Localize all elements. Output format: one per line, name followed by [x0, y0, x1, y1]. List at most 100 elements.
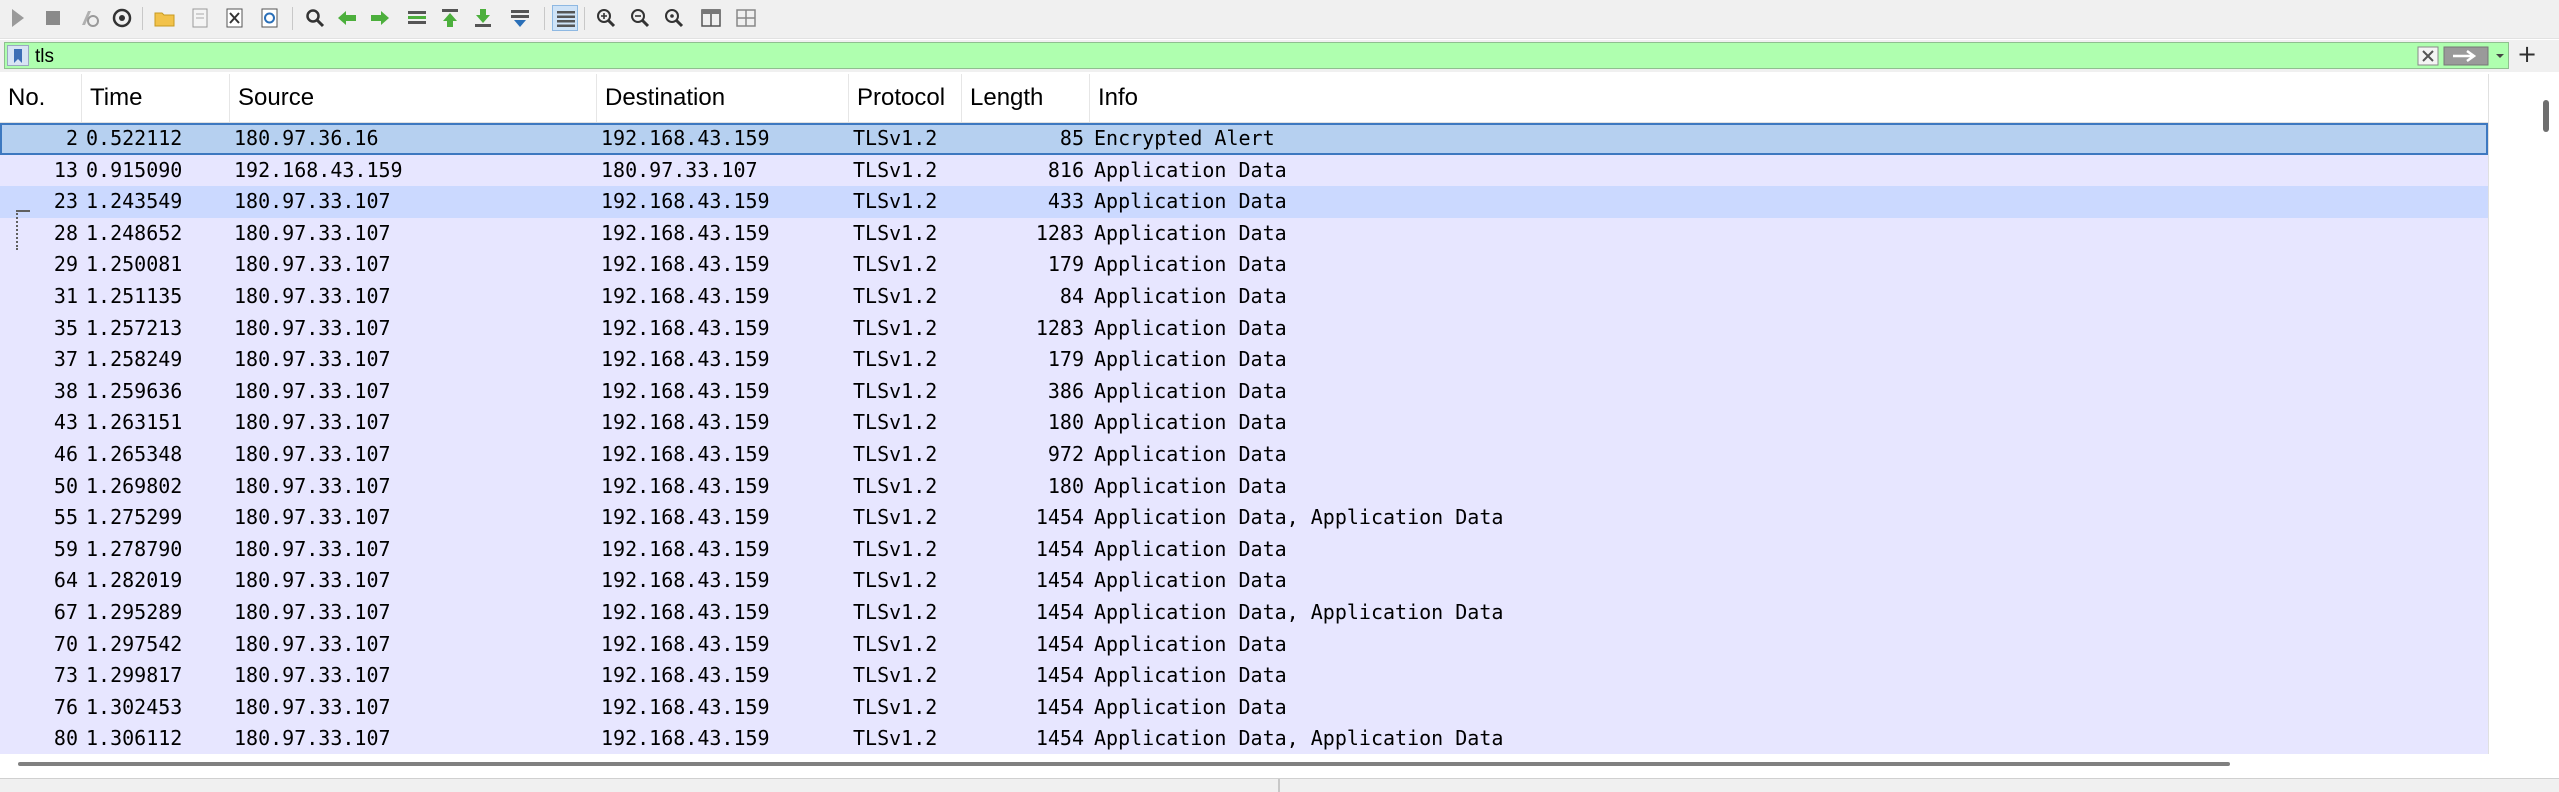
table-row[interactable]: 76 1.302453 180.97.33.107 192.168.43.159 TLS… — [0, 691, 2488, 724]
filter-history-chevron-down-icon[interactable] — [2493, 46, 2507, 66]
cell-protocol: TLSv1.2 — [853, 726, 938, 751]
conversation-line — [16, 210, 18, 250]
column-header-time[interactable]: Time — [82, 74, 230, 122]
cell-source: 180.97.33.107 — [234, 441, 391, 466]
packet-list-header: No. Time Source Destination Protocol Len… — [0, 74, 2488, 123]
column-header-destination[interactable]: Destination — [597, 74, 849, 122]
table-row[interactable]: 31 1.251135 180.97.33.107 192.168.43.159 TLS… — [0, 280, 2488, 313]
restart-capture-icon[interactable] — [76, 5, 102, 31]
autoscroll-icon[interactable] — [507, 5, 533, 31]
cell-no: 50 — [53, 473, 78, 498]
cell-destination: 192.168.43.159 — [601, 599, 770, 624]
table-row[interactable]: 43 1.263151 180.97.33.107 192.168.43.159 TLS… — [0, 407, 2488, 439]
column-header-length[interactable]: Length — [962, 74, 1090, 122]
table-row[interactable]: 13 0.915090 192.168.43.159 180.97.33.107 TLS… — [0, 154, 2488, 187]
cell-length: 972 — [1047, 441, 1084, 466]
table-row[interactable]: 55 1.275299 180.97.33.107 192.168.43.159 TLS… — [0, 502, 2488, 534]
table-row[interactable]: 37 1.258249 180.97.33.107 192.168.43.159 TLS… — [0, 344, 2488, 376]
table-row[interactable]: 28 1.248652 180.97.33.107 192.168.43.159 TLS… — [0, 217, 2488, 250]
column-header-no[interactable]: No. — [0, 74, 82, 122]
cell-time: 1.295289 — [86, 599, 183, 624]
add-filter-button[interactable]: + — [2514, 42, 2540, 68]
reload-file-icon[interactable] — [257, 5, 283, 31]
go-back-icon[interactable] — [334, 5, 360, 31]
open-file-icon[interactable] — [152, 5, 178, 31]
cell-destination: 192.168.43.159 — [601, 410, 770, 435]
table-row[interactable]: 35 1.257213 180.97.33.107 192.168.43.159 TLS… — [0, 312, 2488, 345]
layout-icon[interactable] — [733, 5, 759, 31]
colorize-icon[interactable] — [552, 5, 578, 31]
apply-filter-arrow-icon[interactable] — [2443, 46, 2489, 66]
zoom-normal-icon[interactable] — [661, 5, 687, 31]
table-row[interactable]: 64 1.282019 180.97.33.107 192.168.43.159 TLS… — [0, 565, 2488, 597]
capture-options-icon[interactable] — [109, 5, 135, 31]
table-row[interactable]: 73 1.299817 180.97.33.107 192.168.43.159 TLS… — [0, 660, 2488, 692]
cell-destination: 192.168.43.159 — [601, 631, 770, 656]
find-packet-icon[interactable] — [302, 5, 328, 31]
pane-splitter[interactable] — [1278, 779, 1280, 792]
cell-protocol: TLSv1.2 — [853, 220, 938, 245]
table-row[interactable]: 23 1.243549 180.97.33.107 192.168.43.159 TLS… — [0, 186, 2488, 218]
go-forward-icon[interactable] — [367, 5, 393, 31]
go-last-packet-icon[interactable] — [470, 5, 496, 31]
go-first-packet-icon[interactable] — [437, 5, 463, 31]
save-file-icon[interactable] — [187, 5, 213, 31]
table-row[interactable]: 59 1.278790 180.97.33.107 192.168.43.159 TLS… — [0, 533, 2488, 566]
table-row[interactable]: 80 1.306112 180.97.33.107 192.168.43.159 TLS… — [0, 723, 2488, 755]
cell-time: 0.522112 — [86, 126, 183, 150]
cell-no: 38 — [53, 378, 78, 403]
cell-destination: 180.97.33.107 — [601, 157, 758, 182]
start-capture-icon[interactable] — [4, 5, 30, 31]
display-filter-input[interactable]: tls — [4, 42, 2509, 69]
cell-no: 67 — [53, 599, 78, 624]
cell-time: 1.243549 — [86, 189, 183, 214]
cell-info: Application Data — [1094, 347, 1287, 372]
cell-protocol: TLSv1.2 — [853, 157, 938, 182]
zoom-in-icon[interactable] — [593, 5, 619, 31]
cell-source: 180.97.33.107 — [234, 189, 391, 214]
vertical-scrollbar[interactable] — [2488, 74, 2559, 754]
go-to-packet-icon[interactable] — [404, 5, 430, 31]
cell-length: 1283 — [1035, 220, 1084, 245]
table-row[interactable]: 67 1.295289 180.97.33.107 192.168.43.159 TLS… — [0, 596, 2488, 629]
zoom-out-icon[interactable] — [627, 5, 653, 31]
cell-time: 1.275299 — [86, 505, 183, 530]
packet-details-pane — [0, 778, 2559, 792]
cell-destination: 192.168.43.159 — [601, 189, 770, 214]
cell-info: Application Data — [1094, 189, 1287, 214]
cell-time: 1.269802 — [86, 473, 183, 498]
filter-bookmark-icon[interactable] — [7, 45, 29, 66]
cell-length: 1454 — [1035, 536, 1084, 561]
stop-capture-icon[interactable] — [40, 5, 66, 31]
horizontal-scrollbar[interactable] — [0, 754, 2488, 770]
table-row[interactable]: 29 1.250081 180.97.33.107 192.168.43.159 TLS… — [0, 249, 2488, 281]
column-header-info[interactable]: Info — [1090, 74, 2488, 122]
vertical-scroll-thumb[interactable] — [2543, 100, 2549, 132]
table-row[interactable]: 46 1.265348 180.97.33.107 192.168.43.159 TLS… — [0, 438, 2488, 471]
cell-no: 28 — [53, 220, 78, 245]
cell-protocol: TLSv1.2 — [853, 378, 938, 403]
column-header-protocol[interactable]: Protocol — [849, 74, 962, 122]
cell-info: Application Data — [1094, 663, 1287, 688]
table-row[interactable]: 70 1.297542 180.97.33.107 192.168.43.159 TLS… — [0, 628, 2488, 661]
column-header-source[interactable]: Source — [230, 74, 597, 122]
cell-time: 1.257213 — [86, 315, 183, 340]
horizontal-scroll-thumb[interactable] — [18, 762, 2230, 766]
resize-columns-icon[interactable] — [698, 5, 724, 31]
clear-filter-icon[interactable] — [2417, 46, 2439, 66]
cell-destination: 192.168.43.159 — [601, 441, 770, 466]
cell-protocol: TLSv1.2 — [853, 441, 938, 466]
table-row[interactable]: 50 1.269802 180.97.33.107 192.168.43.159 TLS… — [0, 470, 2488, 503]
cell-destination: 192.168.43.159 — [601, 220, 770, 245]
cell-info: Application Data — [1094, 283, 1287, 308]
filter-text[interactable]: tls — [35, 46, 54, 68]
cell-time: 1.251135 — [86, 283, 183, 308]
cell-no: 70 — [53, 631, 78, 656]
cell-source: 180.97.33.107 — [234, 473, 391, 498]
table-row[interactable]: 2 0.522112 180.97.36.16 192.168.43.159 TLSv1… — [0, 123, 2488, 155]
cell-destination: 192.168.43.159 — [601, 347, 770, 372]
close-file-icon[interactable] — [222, 5, 248, 31]
cell-info: Encrypted Alert — [1094, 126, 1275, 150]
cell-source: 180.97.33.107 — [234, 599, 391, 624]
table-row[interactable]: 38 1.259636 180.97.33.107 192.168.43.159 TLS… — [0, 375, 2488, 408]
